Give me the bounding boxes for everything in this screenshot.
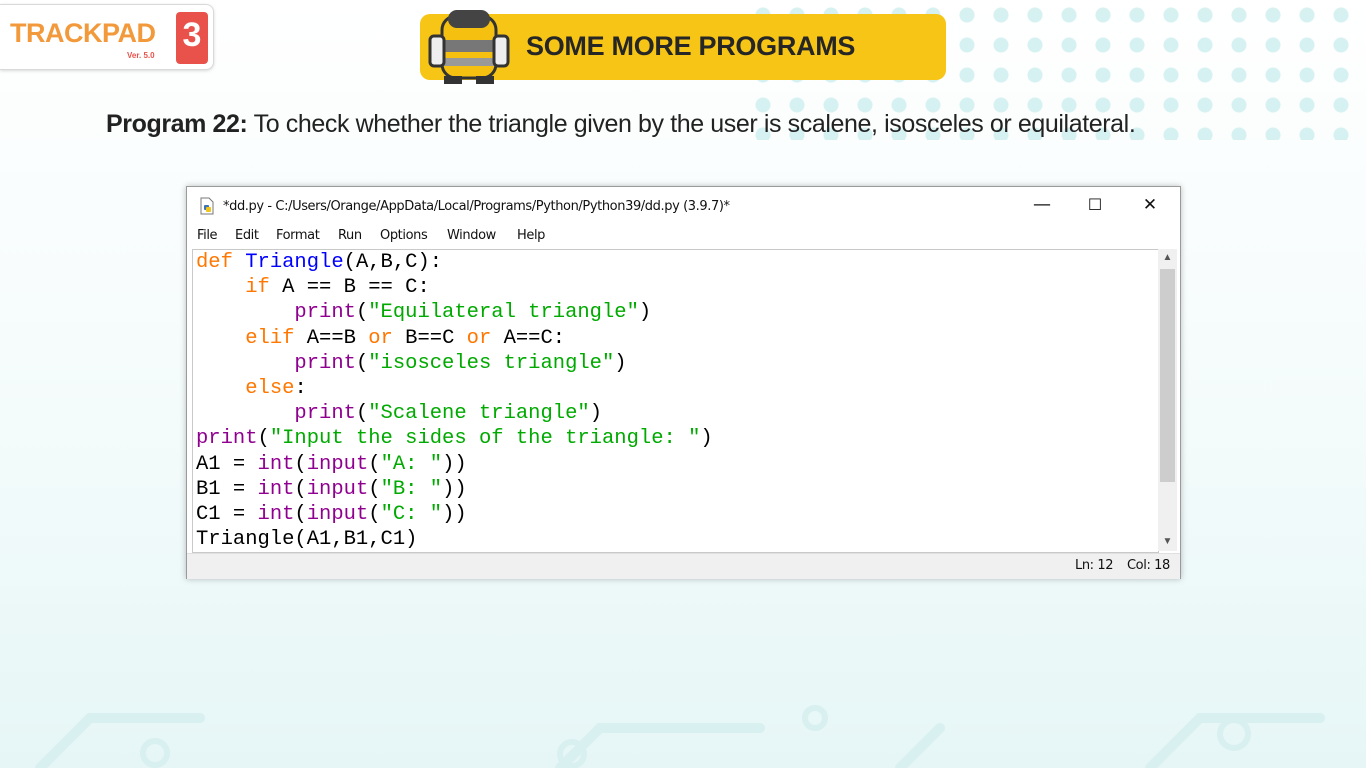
program-label: Program 22: [106, 110, 248, 138]
code-line[interactable]: Triangle(A1,B1,C1) [196, 528, 417, 551]
scroll-down-icon[interactable]: ▼ [1158, 533, 1177, 551]
background-circuit [35, 705, 1325, 768]
menu-edit[interactable]: Edit [235, 228, 259, 243]
trackpad-logo: TRACKPAD Ver. 5.0 3 [0, 4, 214, 70]
window-title: *dd.py - C:/Users/Orange/AppData/Local/P… [223, 199, 730, 214]
code-line[interactable]: B1 = int(input("B: ")) [196, 478, 467, 501]
menu-window[interactable]: Window [447, 228, 496, 243]
maximize-button[interactable]: ☐ [1069, 187, 1121, 225]
code-line[interactable]: A1 = int(input("A: ")) [196, 453, 467, 476]
program-description: Program 22: To check whether the triangl… [106, 110, 1306, 139]
logo-version: Ver. 5.0 [127, 51, 155, 60]
status-bar: Ln: 12 Col: 18 [187, 553, 1180, 579]
vertical-scrollbar[interactable]: ▲ ▼ [1158, 249, 1177, 551]
code-line[interactable]: print("Input the sides of the triangle: … [196, 427, 713, 450]
menu-options[interactable]: Options [380, 228, 428, 243]
status-column: Col: 18 [1127, 558, 1170, 573]
scroll-up-icon[interactable]: ▲ [1158, 249, 1177, 267]
menu-bar: File Edit Format Run Options Window Help [187, 225, 1180, 249]
menu-help[interactable]: Help [517, 228, 545, 243]
menu-run[interactable]: Run [338, 228, 362, 243]
code-line[interactable]: def Triangle(A,B,C): [196, 251, 442, 274]
robot-mascot-icon [428, 10, 510, 84]
code-line[interactable]: print("isosceles triangle") [196, 352, 626, 375]
code-line[interactable]: if A == B == C: [196, 276, 430, 299]
python-file-icon [200, 197, 214, 215]
code-line[interactable]: print("Scalene triangle") [196, 402, 602, 425]
program-text: To check whether the triangle given by t… [253, 110, 1136, 138]
code-text[interactable]: def Triangle(A,B,C): if A == B == C: pri… [196, 250, 713, 552]
menu-file[interactable]: File [197, 228, 218, 243]
idle-editor-window: *dd.py - C:/Users/Orange/AppData/Local/P… [186, 186, 1181, 579]
logo-text: TRACKPAD [10, 18, 156, 48]
code-editor[interactable]: def Triangle(A,B,C): if A == B == C: pri… [192, 249, 1159, 553]
code-line[interactable]: C1 = int(input("C: ")) [196, 503, 467, 526]
section-banner: SOME MORE PROGRAMS [420, 10, 946, 84]
scrollbar-thumb[interactable] [1160, 269, 1175, 482]
code-line[interactable]: print("Equilateral triangle") [196, 301, 651, 324]
menu-format[interactable]: Format [276, 228, 320, 243]
banner-title: SOME MORE PROGRAMS [526, 31, 856, 61]
code-line[interactable]: elif A==B or B==C or A==C: [196, 327, 565, 350]
logo-badge: 3 [176, 12, 208, 64]
window-titlebar[interactable]: *dd.py - C:/Users/Orange/AppData/Local/P… [187, 187, 1180, 225]
status-line: Ln: 12 [1075, 558, 1114, 573]
close-button[interactable]: ✕ [1124, 187, 1176, 225]
code-line[interactable]: else: [196, 377, 307, 400]
minimize-button[interactable]: — [1016, 187, 1068, 225]
